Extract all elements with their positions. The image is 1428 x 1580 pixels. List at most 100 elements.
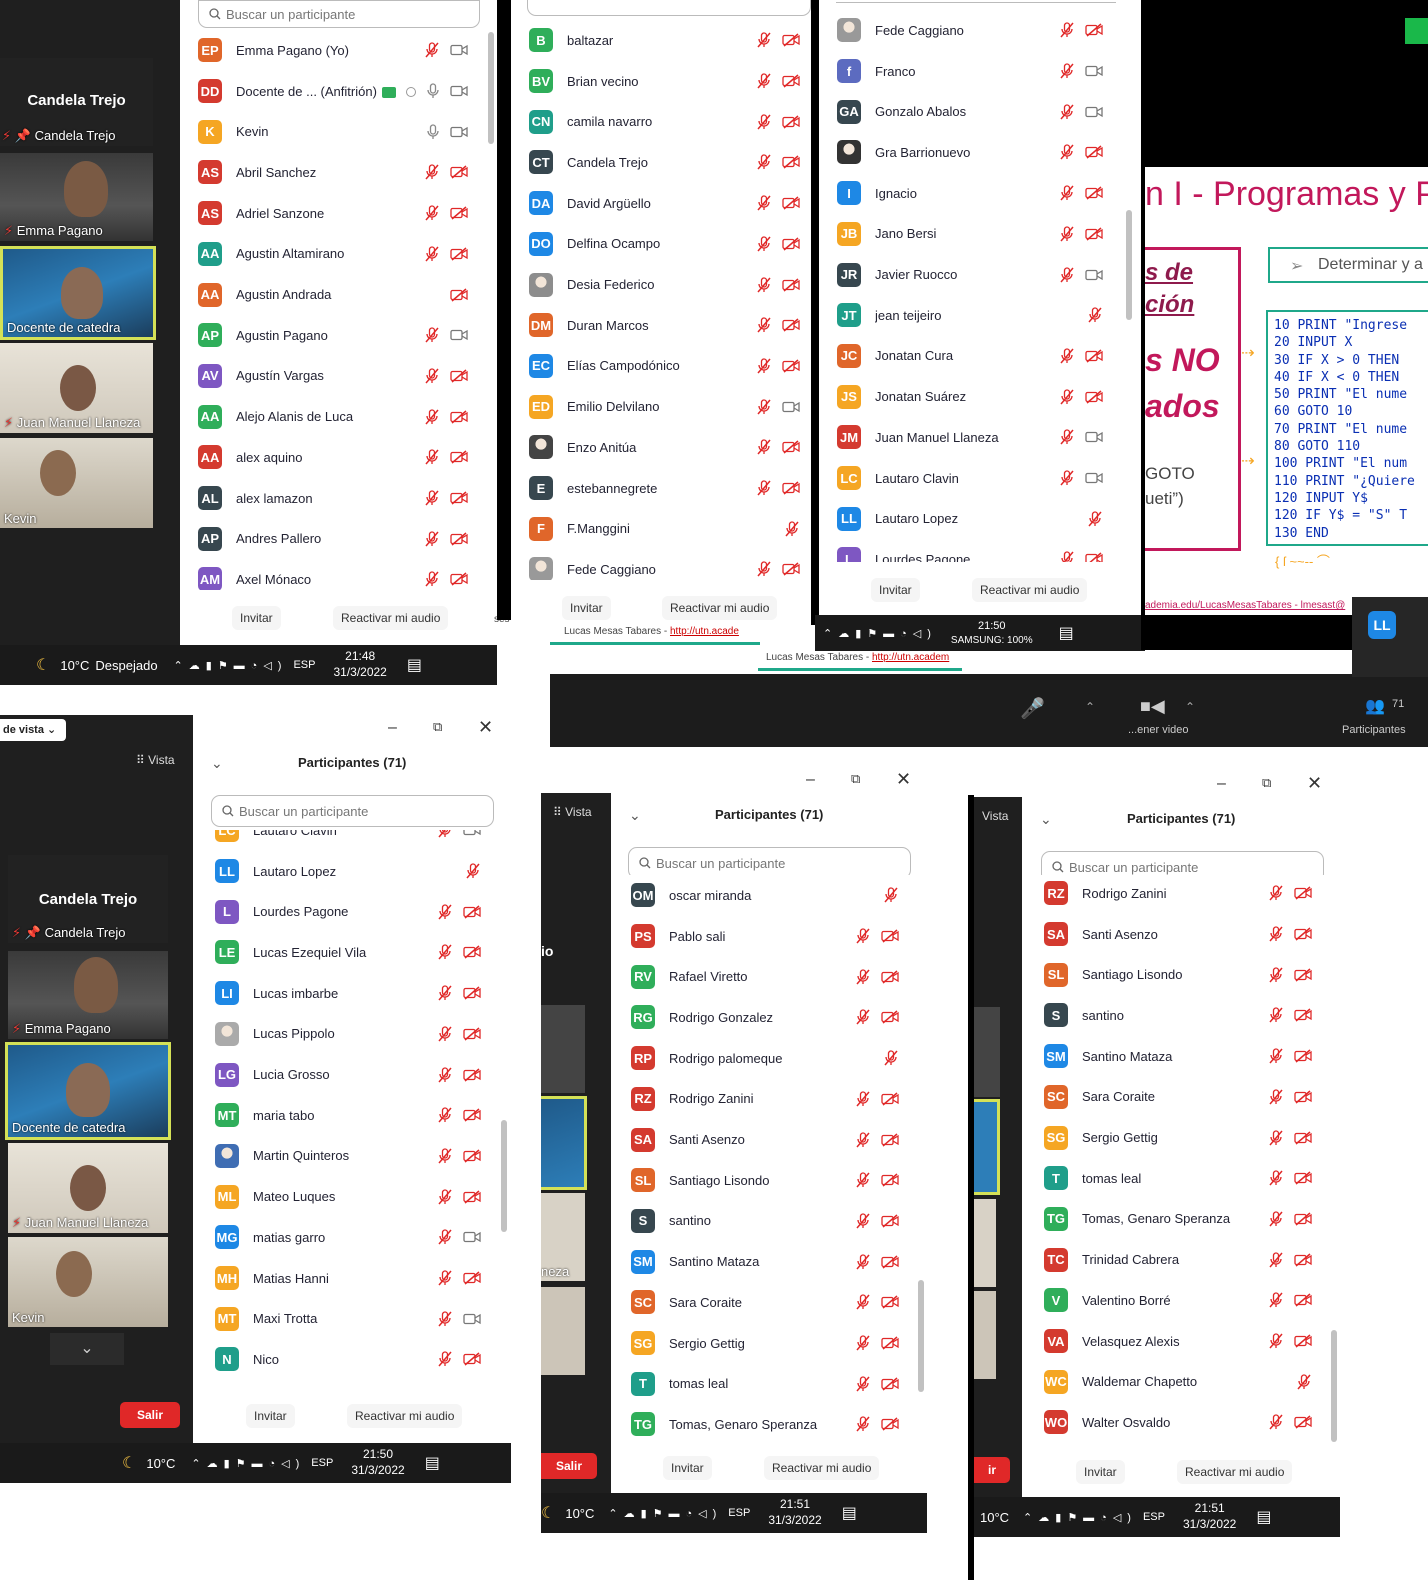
video-button-label[interactable]: ...ener video — [1128, 724, 1189, 736]
participant-row[interactable]: Ttomas leal — [1026, 1158, 1328, 1199]
leave-button[interactable]: Salir — [541, 1453, 597, 1479]
mic-muted-icon[interactable]: 🎤 — [1020, 696, 1045, 721]
participant-row[interactable]: SM Santino Mataza — [1026, 1036, 1328, 1077]
view-button[interactable]: ⠿ Vista — [553, 805, 592, 819]
participant-row[interactable]: LC Lautaro Clavin — [197, 830, 497, 851]
video-tile-kevin[interactable]: Kevin — [8, 1237, 168, 1327]
participant-row[interactable]: F F.Manggini — [511, 508, 816, 549]
clock[interactable]: 21:50 SAMSUNG: 100% — [951, 619, 1033, 646]
participant-row[interactable]: Eestebannegrete — [511, 468, 816, 509]
participant-row[interactable]: CT Candela Trejo — [511, 142, 816, 183]
participant-row[interactable]: DM Duran Marcos — [511, 305, 816, 346]
reactivate-audio-button[interactable]: Reactivar mi audio — [333, 606, 449, 630]
participant-row[interactable]: MT Maxi Trotta — [197, 1298, 497, 1339]
tray-icons[interactable]: ⌃☁▮⚑▬◔◁) — [1023, 1511, 1137, 1524]
participant-row[interactable]: SG Sergio Gettig — [1026, 1117, 1328, 1158]
lang[interactable]: ESP — [311, 1457, 333, 1469]
tray-icons[interactable]: ⌃☁▮⚑▬◔◁) — [823, 627, 937, 640]
maximize-button[interactable]: ⧉ — [433, 719, 442, 735]
participant-row[interactable]: EP Emma Pagano (Yo) — [180, 30, 484, 71]
participant-row[interactable]: SL Santiago Lisondo — [1026, 954, 1328, 995]
participant-row[interactable]: PS Pablo sali — [613, 916, 915, 957]
participant-row[interactable]: RZ Rodrigo Zanini — [613, 1079, 915, 1120]
participant-row[interactable]: DO Delfina Ocampo — [511, 224, 816, 265]
participants-icon[interactable]: 👥 — [1365, 696, 1385, 716]
participant-row[interactable]: OM oscar miranda — [613, 875, 915, 916]
notification-icon[interactable]: ▤ — [407, 655, 422, 675]
participant-row[interactable]: I Ignacio — [819, 173, 1119, 214]
participant-row[interactable]: Ssantino — [1026, 995, 1328, 1036]
search-input[interactable] — [527, 0, 811, 16]
participant-row[interactable]: Desia Federico — [511, 264, 816, 305]
maximize-button[interactable]: ⧉ — [851, 771, 860, 787]
reactivate-audio-button[interactable]: Reactivar mi audio — [764, 1456, 880, 1480]
participant-row[interactable]: JT jean teijeiro — [819, 295, 1119, 336]
notification-icon[interactable]: ▤ — [1059, 623, 1074, 643]
participant-row[interactable]: SA Santi Asenzo — [613, 1119, 915, 1160]
participant-row[interactable]: AL alex lamazon — [180, 478, 484, 519]
view-button[interactable]: ⠿ Vista — [136, 753, 175, 767]
collapse-chevron-icon[interactable]: ⌄ — [1040, 811, 1052, 828]
search-input[interactable]: Buscar un participante — [198, 0, 480, 28]
video-tile[interactable] — [541, 1287, 585, 1375]
close-button[interactable]: ✕ — [1307, 773, 1322, 794]
search-input[interactable]: Buscar un participante — [211, 795, 494, 827]
tray-icons[interactable]: ⌃☁▮⚑▬◔◁) — [608, 1507, 722, 1520]
participant-row[interactable]: SC Sara Coraite — [613, 1282, 915, 1323]
invite-button[interactable]: Invitar — [663, 1456, 712, 1480]
participant-row[interactable]: Enzo Anitúa — [511, 427, 816, 468]
participant-row[interactable]: SM Santino Mataza — [613, 1241, 915, 1282]
tray-icons[interactable]: ⌃☁▮⚑▬◔◁) — [174, 659, 288, 672]
maximize-button[interactable]: ⧉ — [1262, 775, 1271, 791]
chevron-up-icon[interactable]: ⌃ — [1085, 700, 1095, 714]
scrollbar[interactable] — [488, 32, 494, 144]
participant-row[interactable]: JC Jonatan Cura — [819, 336, 1119, 377]
participant-row[interactable]: SG Sergio Gettig — [613, 1323, 915, 1364]
participant-row[interactable]: BV Brian vecino — [511, 61, 816, 102]
participant-row[interactable]: Martin Quinteros — [197, 1136, 497, 1177]
video-tile-docente[interactable]: Docente de catedra — [5, 1042, 171, 1140]
video-tile[interactable] — [974, 1007, 1000, 1097]
participant-row[interactable]: Fede Caggiano — [511, 549, 816, 580]
participant-row[interactable]: WO Walter Osvaldo — [1026, 1402, 1328, 1441]
participant-row[interactable]: V Valentino Borré — [1026, 1280, 1328, 1321]
clock[interactable]: 21:48 31/3/2022 — [333, 649, 386, 680]
minimize-button[interactable]: – — [806, 771, 815, 789]
video-tile-emma[interactable]: ⚡ Emma Pagano — [0, 153, 153, 241]
video-tile[interactable] — [541, 1096, 587, 1190]
video-tile[interactable] — [974, 1291, 996, 1379]
invite-button[interactable]: Invitar — [871, 578, 920, 602]
view-button[interactable]: Vista — [982, 809, 1008, 823]
reactivate-audio-button[interactable]: Reactivar mi audio — [972, 578, 1088, 602]
leave-button[interactable]: ir — [974, 1457, 1010, 1483]
participant-row[interactable]: RG Rodrigo Gonzalez — [613, 997, 915, 1038]
collapse-chevron-icon[interactable]: ⌄ — [629, 807, 641, 824]
scrollbar[interactable] — [1126, 210, 1132, 320]
scrollbar[interactable] — [1331, 1330, 1337, 1442]
participant-row[interactable]: AS Abril Sanchez — [180, 152, 484, 193]
participant-row[interactable]: LE Lucas Ezequiel Vila — [197, 932, 497, 973]
notification-icon[interactable]: ▤ — [425, 1453, 440, 1473]
video-tile-emma[interactable]: ⚡ Emma Pagano — [8, 951, 168, 1039]
participant-row[interactable]: LG Lucia Grosso — [197, 1054, 497, 1095]
participant-row[interactable]: LI Lucas imbarbe — [197, 973, 497, 1014]
clock[interactable]: 21:51 31/3/2022 — [768, 1497, 821, 1528]
participant-row[interactable]: TG Tomas, Genaro Speranza — [613, 1404, 915, 1441]
participant-row[interactable]: AS Adriel Sanzone — [180, 193, 484, 234]
video-tile-juan[interactable]: ⚡ Juan Manuel Llaneza — [8, 1143, 168, 1233]
participant-row[interactable]: f Franco — [819, 51, 1119, 92]
participant-row[interactable]: AP Agustin Pagano — [180, 315, 484, 356]
participant-row[interactable]: Lucas Pippolo — [197, 1014, 497, 1055]
participant-row[interactable]: AM Axel Mónaco — [180, 559, 484, 590]
clock[interactable]: 21:50 31/3/2022 — [351, 1447, 404, 1478]
participant-row[interactable]: AA Alejo Alanis de Luca — [180, 396, 484, 437]
participant-row[interactable]: JS Jonatan Suárez — [819, 376, 1119, 417]
participant-row[interactable]: SA Santi Asenzo — [1026, 914, 1328, 955]
leave-button[interactable]: Salir — [120, 1402, 180, 1428]
collapse-chevron-icon[interactable]: ⌄ — [211, 755, 223, 772]
invite-button[interactable]: Invitar — [562, 596, 611, 620]
participant-row[interactable]: VA Velasquez Alexis — [1026, 1321, 1328, 1362]
participant-row[interactable]: Fede Caggiano — [819, 10, 1119, 51]
participant-row[interactable]: MT maria tabo — [197, 1095, 497, 1136]
lang[interactable]: ESP — [293, 659, 315, 671]
